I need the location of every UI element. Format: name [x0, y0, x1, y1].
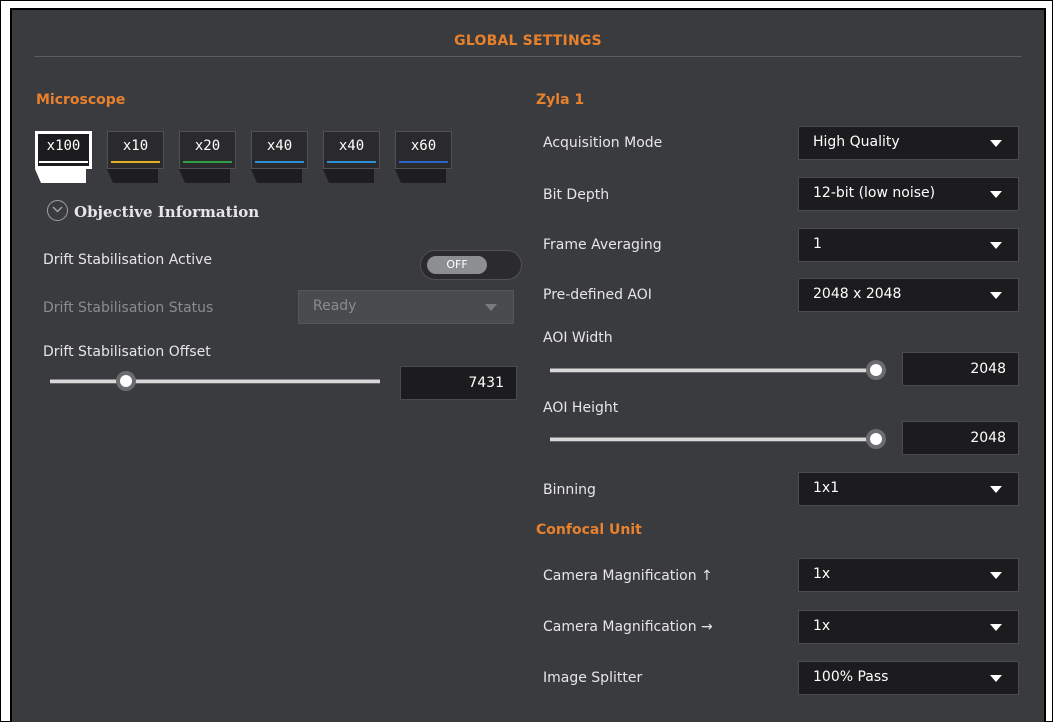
objective-button[interactable]: x60: [395, 131, 452, 183]
objective-color-bar: [399, 161, 448, 163]
panel-header: GLOBAL SETTINGS: [12, 10, 1044, 56]
dropdown-arrow-icon: [990, 486, 1002, 493]
objective-color-bar: [255, 161, 304, 163]
cam-mag-up-value: 1x: [813, 566, 831, 582]
predefined-aoi-value: 2048 x 2048: [813, 286, 902, 302]
confocal-section-title: Confocal Unit: [536, 522, 642, 538]
slider-thumb[interactable]: [866, 429, 886, 449]
frame-averaging-value: 1: [813, 236, 822, 252]
expand-chevron-icon[interactable]: [47, 200, 68, 221]
aoi-width-slider[interactable]: [550, 360, 886, 380]
drift-status-dropdown: Ready: [298, 290, 514, 324]
drift-status-value: Ready: [313, 298, 357, 314]
image-splitter-value: 100% Pass: [813, 669, 889, 685]
aoi-height-input[interactable]: 2048: [902, 421, 1019, 455]
cam-mag-right-value: 1x: [813, 618, 831, 634]
cam-mag-up-label: Camera Magnification ↑: [543, 568, 713, 584]
cam-mag-right-label: Camera Magnification →: [543, 619, 713, 635]
acquisition-mode-value: High Quality: [813, 134, 900, 150]
dropdown-arrow-icon: [990, 675, 1002, 682]
predefined-aoi-dropdown[interactable]: 2048 x 2048: [798, 278, 1019, 312]
objective-button[interactable]: x40: [251, 131, 308, 183]
binning-value: 1x1: [813, 480, 840, 496]
objective-color-bar: [183, 161, 232, 163]
objective-button[interactable]: x100: [35, 131, 92, 183]
dropdown-arrow-icon: [990, 140, 1002, 147]
bit-depth-label: Bit Depth: [543, 187, 610, 203]
drift-status-label: Drift Stabilisation Status: [43, 300, 214, 316]
objective-color-bar: [327, 161, 376, 163]
slider-thumb[interactable]: [866, 360, 886, 380]
binning-label: Binning: [543, 482, 596, 498]
toggle-state: OFF: [427, 256, 487, 274]
dropdown-arrow-icon: [990, 292, 1002, 299]
drift-active-toggle[interactable]: OFF: [420, 250, 522, 280]
dropdown-arrow-icon: [990, 624, 1002, 631]
objective-foot: [401, 169, 446, 183]
header-divider: [34, 56, 1022, 57]
image-splitter-label: Image Splitter: [543, 670, 643, 686]
dropdown-arrow-icon: [990, 191, 1002, 198]
dropdown-arrow-icon: [990, 242, 1002, 249]
objective-foot: [41, 169, 86, 183]
objective-foot: [113, 169, 158, 183]
frame-averaging-label: Frame Averaging: [543, 237, 662, 253]
slider-track: [550, 368, 876, 373]
drift-offset-label: Drift Stabilisation Offset: [43, 344, 211, 360]
dropdown-arrow-icon: [990, 572, 1002, 579]
aoi-width-input[interactable]: 2048: [902, 352, 1019, 386]
bit-depth-value: 12-bit (low noise): [813, 185, 936, 201]
objective-color-bar: [39, 161, 88, 163]
objective-foot: [185, 169, 230, 183]
drift-active-label: Drift Stabilisation Active: [43, 252, 213, 268]
slider-thumb[interactable]: [115, 371, 136, 391]
zyla-section-title: Zyla 1: [536, 92, 585, 108]
objective-color-bar: [111, 161, 160, 163]
cam-mag-right-dropdown[interactable]: 1x: [798, 610, 1019, 644]
frame-averaging-dropdown[interactable]: 1: [798, 228, 1019, 262]
drift-offset-slider[interactable]: [50, 371, 380, 391]
image-splitter-dropdown[interactable]: 100% Pass: [798, 661, 1019, 695]
dropdown-arrow-icon: [485, 304, 497, 311]
bit-depth-dropdown[interactable]: 12-bit (low noise): [798, 177, 1019, 211]
global-settings-panel: GLOBAL SETTINGS Microscope x100 x10 x20 x40…: [10, 8, 1046, 722]
objective-foot: [257, 169, 302, 183]
objective-label: x100: [46, 138, 81, 154]
microscope-section-title: Microscope: [36, 92, 126, 108]
objective-label: x40: [338, 138, 365, 154]
objective-foot: [329, 169, 374, 183]
aoi-height-label: AOI Height: [543, 400, 619, 416]
aoi-height-slider[interactable]: [550, 429, 886, 449]
cam-mag-up-dropdown[interactable]: 1x: [798, 558, 1019, 592]
acquisition-mode-dropdown[interactable]: High Quality: [798, 126, 1019, 160]
binning-dropdown[interactable]: 1x1: [798, 472, 1019, 506]
objective-label: x40: [266, 138, 293, 154]
objective-button[interactable]: x40: [323, 131, 380, 183]
objective-label: x10: [122, 138, 149, 154]
objective-button[interactable]: x10: [107, 131, 164, 183]
predefined-aoi-label: Pre-defined AOI: [543, 287, 652, 303]
aoi-width-label: AOI Width: [543, 330, 613, 346]
slider-track: [50, 379, 380, 384]
objective-label: x60: [410, 138, 437, 154]
panel-title: GLOBAL SETTINGS: [454, 33, 602, 49]
slider-track: [550, 437, 876, 442]
acquisition-mode-label: Acquisition Mode: [543, 135, 663, 151]
objective-label: x20: [194, 138, 221, 154]
drift-offset-input[interactable]: 7431: [400, 366, 517, 400]
objective-button[interactable]: x20: [179, 131, 236, 183]
objective-information-link[interactable]: Objective Information: [74, 203, 259, 221]
